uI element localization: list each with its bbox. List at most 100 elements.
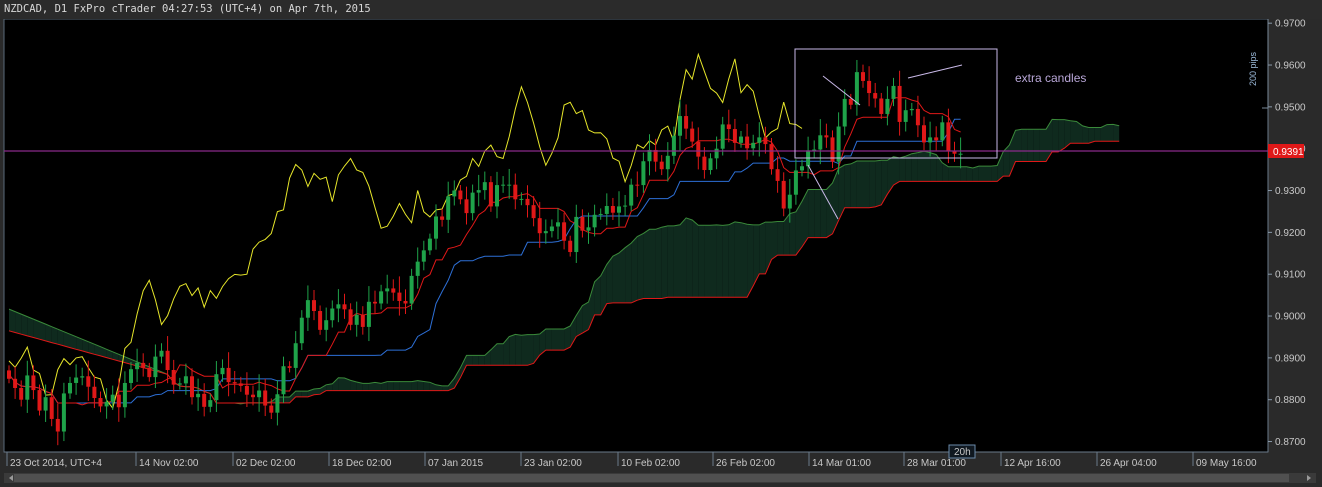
candle-body: [751, 142, 756, 149]
cloud-segment: [978, 166, 985, 182]
cloud-segment: [899, 156, 906, 182]
cloud-segment: [21, 314, 28, 336]
candle-body: [610, 206, 615, 213]
cloud-segment: [667, 225, 674, 298]
candle-body: [739, 136, 743, 143]
cloud-segment: [478, 355, 485, 366]
cloud-segment: [612, 252, 619, 303]
cloud-segment: [1058, 119, 1065, 152]
cloud-segment: [1070, 120, 1077, 144]
cloud-segment: [1021, 129, 1028, 162]
candle-body: [196, 393, 201, 398]
candle-body: [177, 383, 182, 385]
annotation-text: extra candles: [1015, 71, 1086, 85]
cloud-segment: [338, 377, 345, 391]
cloud-segment: [1094, 127, 1101, 142]
candle-body: [336, 304, 341, 309]
candle-body: [190, 376, 194, 398]
candle-body: [702, 156, 707, 171]
cloud-segment: [509, 334, 516, 366]
candle-body: [562, 222, 567, 241]
cloud-segment: [875, 160, 882, 207]
y-tick-label: 0.8900: [1275, 353, 1306, 364]
cloud-segment: [863, 161, 870, 208]
candle-body: [848, 98, 853, 105]
cloud-segment: [9, 309, 16, 333]
candle-body: [775, 169, 780, 181]
candle-body: [135, 362, 140, 370]
cloud-segment: [966, 166, 973, 182]
price-chart[interactable]: extra candles 0.97000.96000.95000.94000.…: [0, 19, 1322, 487]
candle-body: [348, 309, 353, 325]
cloud-segment: [631, 236, 638, 303]
y-tick-label: 0.9600: [1275, 61, 1306, 72]
cloud-segment: [844, 163, 851, 208]
candle-body: [446, 196, 451, 220]
cloud-segment: [45, 324, 52, 343]
cloud-segment: [741, 222, 748, 298]
candle-body: [116, 394, 121, 408]
candle-body: [684, 116, 689, 129]
scrollbar[interactable]: [4, 473, 1316, 483]
candle-body: [440, 216, 445, 220]
candle-body: [556, 222, 560, 227]
candle-body: [482, 182, 487, 191]
cloud-segment: [869, 161, 876, 208]
candle-body: [165, 350, 170, 371]
x-tick-label: 18 Dec 02:00: [332, 458, 392, 469]
candle-body: [403, 300, 408, 304]
cloud-segment: [856, 161, 863, 208]
candle-body: [159, 350, 164, 357]
cloud-segment: [771, 221, 778, 260]
candle-body: [867, 80, 872, 94]
cloud-segment: [283, 397, 290, 403]
cloud-segment: [405, 381, 412, 391]
candle-body: [208, 400, 213, 407]
cloud-segment: [423, 381, 430, 391]
cloud-segment: [972, 166, 979, 182]
y-tick-label: 0.8800: [1275, 395, 1306, 406]
candle-body: [49, 397, 54, 419]
candle-body: [940, 122, 945, 141]
cloud-segment: [777, 221, 784, 256]
candle-body: [452, 190, 457, 197]
candle-body: [617, 206, 621, 213]
x-tick-label: 23 Jan 02:00: [524, 458, 582, 469]
candle-body: [958, 153, 963, 155]
cloud-segment: [33, 319, 40, 340]
cloud-segment: [710, 224, 717, 298]
x-tick-label: 09 May 16:00: [1196, 458, 1257, 469]
cloud-segment: [826, 183, 833, 238]
cloud-segment: [893, 156, 900, 186]
candle-body: [909, 108, 914, 111]
candle-body: [269, 405, 274, 413]
candle-body: [879, 98, 884, 114]
cloud-segment: [1113, 124, 1120, 142]
x-tick-label: 10 Feb 02:00: [621, 458, 680, 469]
candle-body: [885, 98, 890, 114]
cloud-segment: [911, 152, 918, 182]
timeframe-badge: 20h: [948, 444, 976, 459]
candle-body: [92, 386, 97, 399]
scrollbar-thumb[interactable]: [14, 474, 1289, 482]
candle-body: [318, 311, 323, 330]
current-price-text: 0.9391: [1273, 147, 1304, 158]
cloud-segment: [850, 161, 857, 208]
cloud-segment: [759, 222, 766, 274]
candle-body: [342, 304, 347, 310]
cloud-segment: [301, 391, 308, 397]
cloud-segment: [814, 189, 821, 238]
candle-body: [80, 376, 85, 378]
timeframe-badge-text: 20h: [954, 447, 971, 458]
candle-body: [574, 216, 579, 253]
candle-body: [891, 85, 896, 99]
cloud-segment: [466, 355, 473, 366]
candle-body: [129, 369, 133, 383]
cloud-segment: [1033, 129, 1040, 162]
candle-body: [659, 161, 664, 170]
cloud-segment: [637, 233, 644, 301]
candle-body: [787, 194, 792, 209]
cloud-segment: [521, 334, 528, 366]
cloud-segment: [27, 316, 34, 338]
cloud-segment: [643, 229, 650, 299]
